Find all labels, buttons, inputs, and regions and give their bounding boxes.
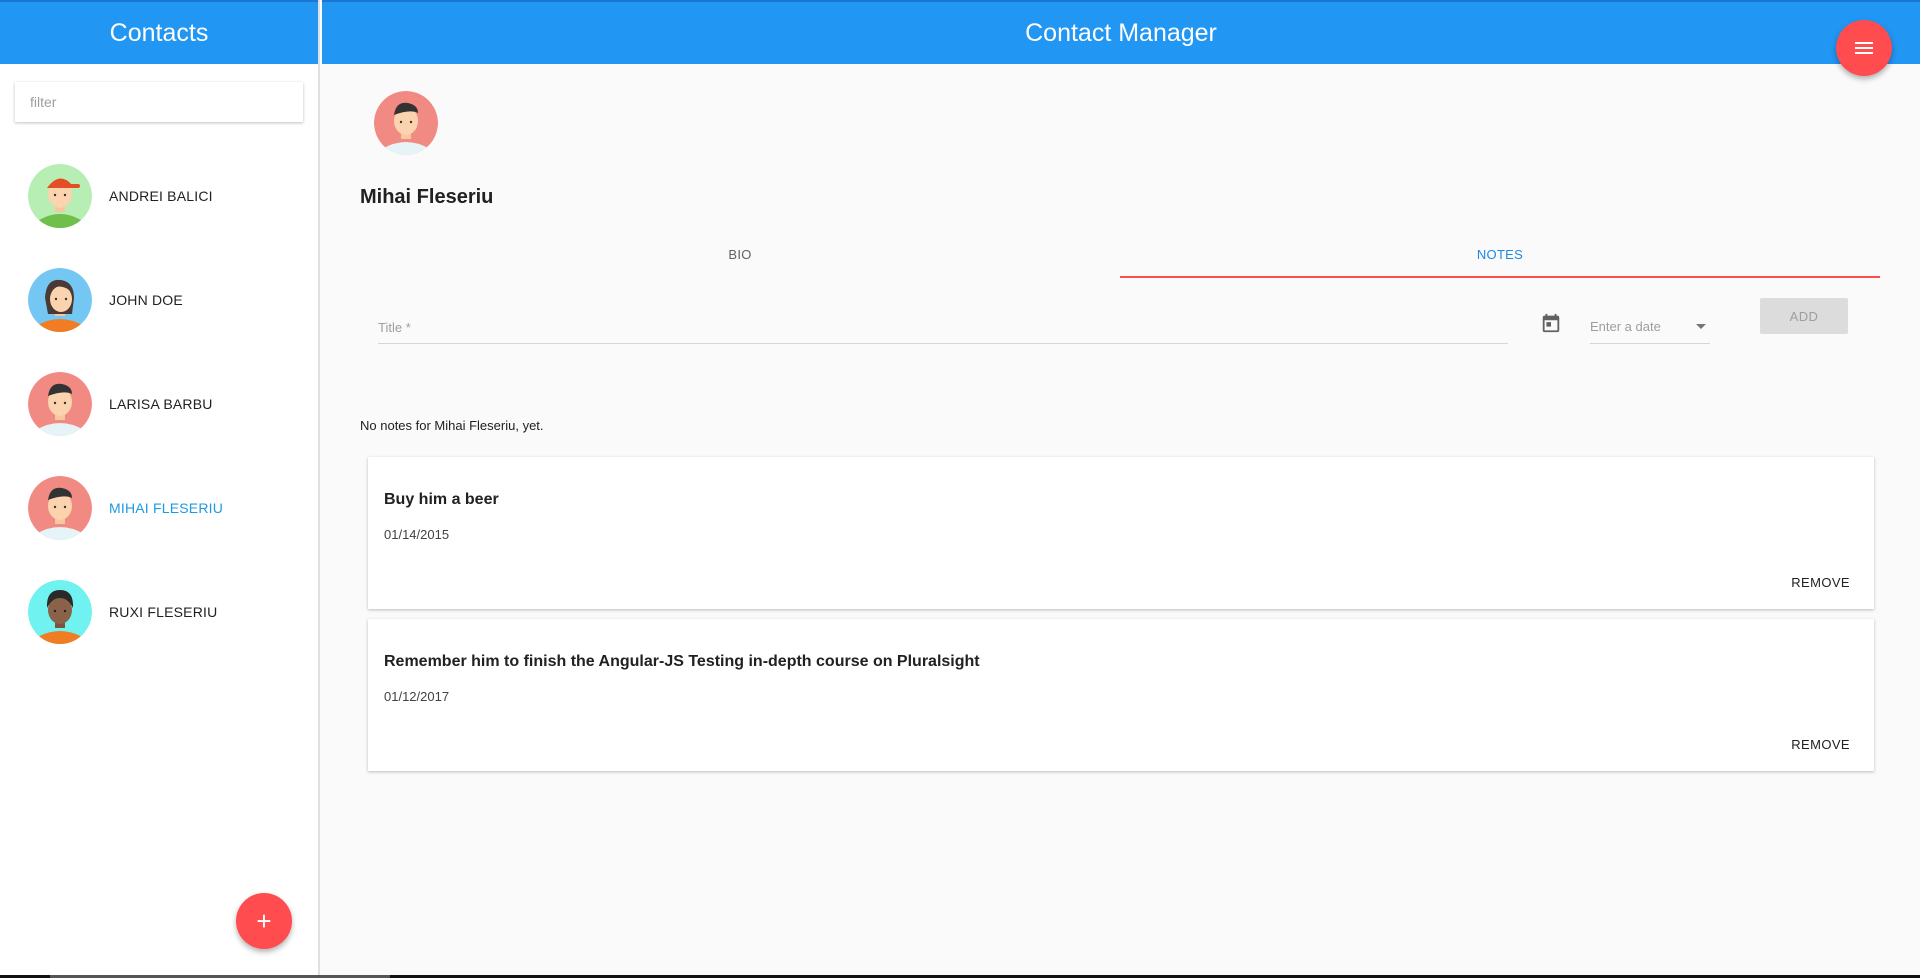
dark-avatar-icon <box>28 580 92 644</box>
filter-field[interactable] <box>15 82 303 122</box>
contact-name: ANDREI BALICI <box>109 188 213 204</box>
detail-tabs: BIO NOTES <box>360 230 1880 278</box>
note-title-field[interactable] <box>378 304 1508 344</box>
plus-icon: + <box>256 905 272 936</box>
menu-button[interactable] <box>1836 20 1892 76</box>
boy-avatar-icon <box>28 476 92 540</box>
tab-notes[interactable]: NOTES <box>1120 230 1880 278</box>
remove-note-button[interactable]: REMOVE <box>1791 737 1850 752</box>
note-date: 01/14/2015 <box>384 527 450 542</box>
girl-avatar-icon <box>28 268 92 332</box>
note-title: Remember him to finish the Angular-JS Te… <box>384 653 980 670</box>
empty-notes-message: No notes for Mihai Fleseriu, yet. <box>360 418 544 433</box>
app-header: Contact Manager <box>322 0 1920 64</box>
boy-avatar-icon <box>374 91 438 155</box>
note-card: Buy him a beer 01/14/2015 REMOVE <box>368 457 1874 609</box>
hamburger-menu-icon <box>1855 42 1873 54</box>
tab-bio[interactable]: BIO <box>360 230 1120 278</box>
contact-name: RUXI FLESERIU <box>109 604 218 620</box>
contact-name: MIHAI FLESERIU <box>109 500 224 516</box>
add-note-button[interactable]: ADD <box>1760 298 1848 334</box>
note-card: Remember him to finish the Angular-JS Te… <box>368 619 1874 771</box>
contact-list: ANDREI BALICI JOHN DOE LARISA BARBU MIHA… <box>0 144 318 664</box>
contact-item-john-doe[interactable]: JOHN DOE <box>0 248 318 352</box>
calendar-icon[interactable] <box>1540 312 1562 334</box>
boy-avatar-icon <box>28 372 92 436</box>
contact-item-ruxi-fleseriu[interactable]: RUXI FLESERIU <box>0 560 318 664</box>
contact-item-larisa-barbu[interactable]: LARISA BARBU <box>0 352 318 456</box>
contact-detail-name: Mihai Fleseriu <box>360 186 494 208</box>
contact-item-andrei-balici[interactable]: ANDREI BALICI <box>0 144 318 248</box>
contact-item-mihai-fleseriu[interactable]: MIHAI FLESERIU <box>0 456 318 560</box>
note-title-input[interactable] <box>378 304 1508 343</box>
add-contact-button[interactable]: + <box>236 893 292 949</box>
contact-detail: Mihai Fleseriu BIO NOTES ADD No notes fo… <box>322 64 1920 978</box>
note-date-field[interactable] <box>1590 304 1710 344</box>
sidebar: Contacts ANDREI BALICI <box>0 0 320 978</box>
note-date: 01/12/2017 <box>384 689 450 704</box>
filter-input[interactable] <box>30 94 303 110</box>
note-title: Buy him a beer <box>384 491 499 508</box>
note-date-input[interactable] <box>1590 304 1690 343</box>
app-title: Contact Manager <box>1025 18 1217 47</box>
remove-note-button[interactable]: REMOVE <box>1791 575 1850 590</box>
contact-name: JOHN DOE <box>109 292 183 308</box>
boy-cap-avatar-icon <box>28 164 92 228</box>
sidebar-title: Contacts <box>0 0 318 64</box>
add-note-form: ADD <box>378 298 1908 352</box>
contact-name: LARISA BARBU <box>109 396 213 412</box>
chevron-down-icon[interactable] <box>1696 324 1706 329</box>
